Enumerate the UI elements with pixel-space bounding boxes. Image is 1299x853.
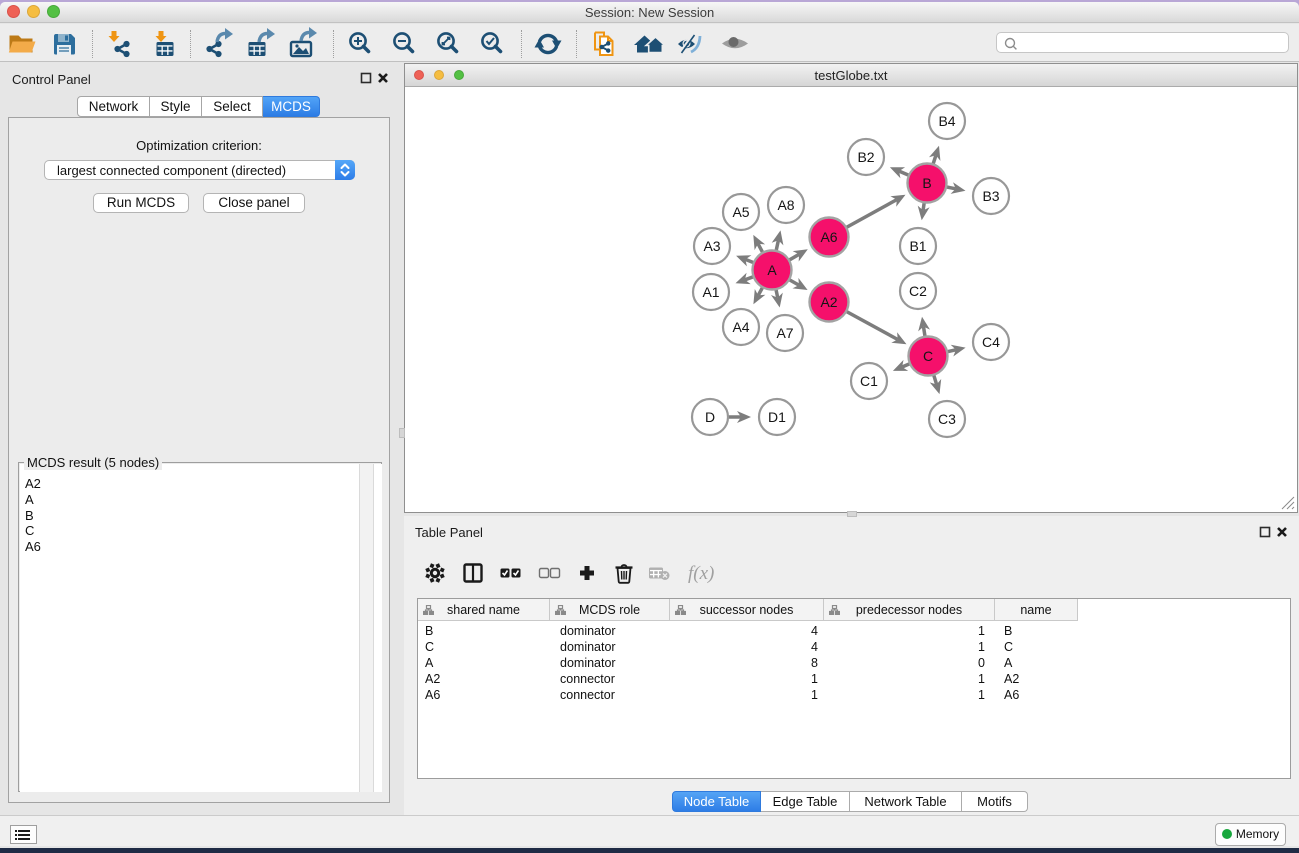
svg-text:f(x): f(x) (688, 563, 714, 584)
